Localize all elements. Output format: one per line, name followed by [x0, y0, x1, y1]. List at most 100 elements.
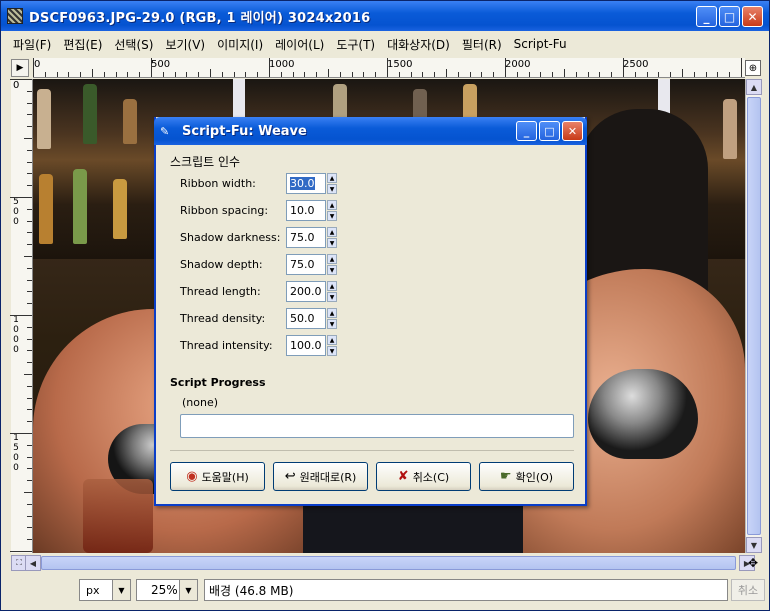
- horizontal-ruler[interactable]: 0 500 1000 1500 2000 2500: [33, 58, 745, 78]
- script-fu-icon: ✎: [160, 125, 170, 138]
- chevron-down-icon[interactable]: ▼: [112, 580, 130, 600]
- photo-bottle: [39, 174, 53, 244]
- ruler-tick: [27, 539, 32, 541]
- cancel-button-label: 취소(C): [412, 470, 450, 484]
- ruler-tick: [634, 72, 636, 77]
- cancel-button[interactable]: ✘ 취소(C): [376, 462, 471, 491]
- menu-file[interactable]: 파일(F): [13, 36, 51, 53]
- spin-up-icon: ▲: [327, 173, 337, 183]
- dialog-minimize-button[interactable]: _: [516, 121, 537, 141]
- unit-select[interactable]: px ▼: [79, 579, 131, 601]
- ruler-tick: [27, 173, 32, 175]
- photo-bottle: [73, 169, 87, 244]
- h-ruler-label: 500: [151, 59, 171, 70]
- ruler-tick: [92, 69, 93, 77]
- thread-density-spinner[interactable]: ▲ ▼: [327, 308, 337, 329]
- app-icon: [7, 8, 23, 24]
- ribbon-width-input[interactable]: 30.0: [286, 173, 326, 194]
- ruler-tick: [27, 409, 32, 411]
- navigate-icon[interactable]: ✥: [745, 555, 761, 571]
- ruler-tick: [257, 72, 259, 77]
- thread-length-spinner[interactable]: ▲ ▼: [327, 281, 337, 302]
- menu-layer[interactable]: 레이어(L): [275, 36, 324, 53]
- ribbon-width-spinner[interactable]: ▲ ▼: [327, 173, 337, 194]
- shadow-depth-spinner[interactable]: ▲ ▼: [327, 254, 337, 275]
- photo-bottle: [113, 179, 127, 239]
- ruler-tick: [446, 69, 447, 77]
- minimize-button[interactable]: _: [696, 6, 717, 27]
- ruler-tick: [27, 397, 32, 399]
- ribbon-spacing-input[interactable]: 10.0: [286, 200, 326, 221]
- photo-bottle: [37, 89, 51, 149]
- ruler-tick: [646, 72, 648, 77]
- status-cancel-button[interactable]: 취소: [731, 579, 765, 601]
- ruler-tick: [27, 291, 32, 293]
- h-ruler-label: 1000: [269, 59, 295, 70]
- ruler-tick: [516, 72, 518, 77]
- ruler-tick: [611, 72, 613, 77]
- h-ruler-label: 0: [34, 59, 41, 70]
- scroll-down-icon[interactable]: ▼: [746, 537, 762, 553]
- vertical-ruler[interactable]: 0 500 1000 1500: [10, 79, 33, 553]
- menu-tools[interactable]: 도구(T): [336, 36, 375, 53]
- quick-mask-icon[interactable]: ▶: [11, 59, 29, 77]
- scroll-up-icon[interactable]: ▲: [746, 79, 762, 95]
- close-button[interactable]: ✕: [742, 6, 763, 27]
- ruler-tick: [27, 149, 32, 151]
- thread-length-input[interactable]: 200.0: [286, 281, 326, 302]
- param-thread-intensity: Thread intensity: 100.0 ▲ ▼: [180, 333, 340, 360]
- thread-intensity-spinner[interactable]: ▲ ▼: [327, 335, 337, 356]
- zoom-select[interactable]: 25% ▼: [136, 579, 198, 601]
- ruler-tick: [552, 72, 554, 77]
- photo-glass: [83, 479, 153, 553]
- scroll-left-icon[interactable]: ◀: [25, 555, 41, 571]
- window-titlebar[interactable]: DSCF0963.JPG-29.0 (RGB, 1 레이어) 3024x2016…: [1, 1, 769, 31]
- ruler-tick: [27, 503, 32, 505]
- dialog-maximize-button[interactable]: □: [539, 121, 560, 141]
- vertical-scrollbar[interactable]: ▲ ▼: [745, 79, 762, 553]
- shadow-darkness-spinner[interactable]: ▲ ▼: [327, 227, 337, 248]
- ruler-tick: [56, 72, 58, 77]
- ruler-tick: [10, 197, 32, 198]
- horizontal-scrollbar[interactable]: ⛶ ◀ ▶ ✥: [11, 555, 761, 571]
- maximize-button[interactable]: □: [719, 6, 740, 27]
- ribbon-spacing-spinner[interactable]: ▲ ▼: [327, 200, 337, 221]
- ruler-tick: [10, 79, 32, 80]
- shadow-depth-input[interactable]: 75.0: [286, 254, 326, 275]
- ruler-tick: [151, 58, 152, 77]
- menu-view[interactable]: 보기(V): [165, 36, 205, 53]
- dialog-titlebar[interactable]: ✎ Script-Fu: Weave _ □ ✕: [154, 117, 587, 145]
- ok-button[interactable]: ☛ 확인(O): [479, 462, 574, 491]
- h-ruler-label: 2500: [623, 59, 649, 70]
- menu-edit[interactable]: 편집(E): [63, 36, 102, 53]
- dialog-close-button[interactable]: ✕: [562, 121, 583, 141]
- menu-filters[interactable]: 필터(R): [462, 36, 502, 53]
- chevron-down-icon[interactable]: ▼: [179, 580, 197, 600]
- ruler-tick: [280, 72, 282, 77]
- vertical-scroll-thumb[interactable]: [747, 97, 761, 535]
- param-list: Ribbon width: 30.0 ▲ ▼ Ribbon spacing: 10…: [180, 171, 340, 360]
- ruler-tick: [27, 456, 32, 458]
- reset-button[interactable]: ↩ 원래대로(R): [273, 462, 368, 491]
- cancel-icon: ✘: [397, 469, 409, 484]
- zoom-nav-icon[interactable]: ⊕: [745, 60, 761, 76]
- ruler-tick: [115, 72, 117, 77]
- horizontal-scroll-thumb[interactable]: [41, 556, 736, 570]
- gimp-image-window: DSCF0963.JPG-29.0 (RGB, 1 레이어) 3024x2016…: [0, 0, 770, 611]
- menu-select[interactable]: 선택(S): [114, 36, 153, 53]
- menu-script-fu[interactable]: Script-Fu: [514, 37, 567, 51]
- menu-image[interactable]: 이미지(I): [217, 36, 263, 53]
- spin-up-icon: ▲: [327, 254, 337, 264]
- shadow-darkness-input[interactable]: 75.0: [286, 227, 326, 248]
- help-button[interactable]: ◉ 도움말(H): [170, 462, 265, 491]
- ruler-tick: [27, 338, 32, 340]
- status-message: 배경 (46.8 MB): [204, 579, 728, 601]
- ruler-tick: [27, 444, 32, 446]
- ruler-tick: [27, 279, 32, 281]
- ruler-tick: [27, 220, 32, 222]
- thread-intensity-input[interactable]: 100.0: [286, 335, 326, 356]
- ruler-tick: [27, 527, 32, 529]
- menu-dialogs[interactable]: 대화상자(D): [387, 36, 450, 53]
- ruler-tick: [729, 72, 731, 77]
- thread-density-input[interactable]: 50.0: [286, 308, 326, 329]
